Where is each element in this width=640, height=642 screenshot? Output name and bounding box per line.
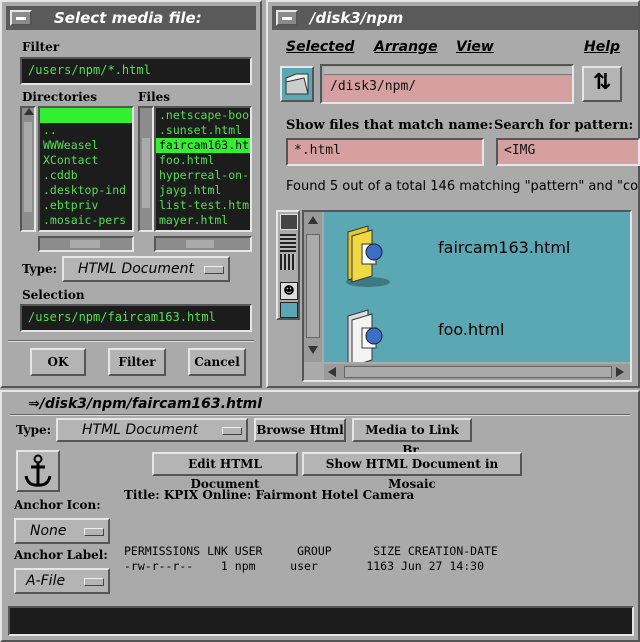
type-label-bottom: Type: <box>16 423 52 437</box>
dropdown-indicator-icon <box>84 528 104 536</box>
select-media-dialog: Select media file: Filter /users/npm/*.h… <box>0 0 262 388</box>
window-menu-button[interactable] <box>276 10 298 26</box>
document-title: Title: KPIX Online: Fairmont Hotel Camer… <box>124 488 415 502</box>
selection-field[interactable]: /users/npm/faircam163.html <box>20 304 252 332</box>
dialog-title: Select media file: <box>54 9 202 27</box>
view-column-mode-icon[interactable] <box>280 254 296 270</box>
window-title: /disk3/npm <box>310 9 404 27</box>
type-label: Type: <box>22 262 58 276</box>
show-files-label: Show files that match name: <box>286 118 493 133</box>
filter-button[interactable]: Filter <box>108 348 166 376</box>
divider <box>8 340 254 342</box>
file-icons-area: faircam163.html foo.html <box>324 212 630 362</box>
view-toolbar: ☻ <box>276 210 300 320</box>
window-menu-button[interactable] <box>10 10 32 26</box>
status-bar <box>8 606 634 636</box>
face-icon[interactable]: ☻ <box>280 282 298 300</box>
directories-hscrollbar[interactable] <box>38 236 134 252</box>
type-dropdown-value: HTML Document <box>78 261 194 277</box>
search-pattern-label: Search for pattern: <box>494 118 634 133</box>
path-container: /disk3/npm/ <box>320 64 574 104</box>
file-item[interactable]: .netscape-boo <box>156 108 250 123</box>
anchor-icon-value: None <box>30 523 67 539</box>
directory-item[interactable]: WWWeasel <box>40 138 132 153</box>
type-dropdown-bottom[interactable]: HTML Document <box>56 418 248 442</box>
link-editor-panel: ⇒/disk3/npm/faircam163.html Type: HTML D… <box>0 390 640 642</box>
trash-icon[interactable] <box>280 302 298 318</box>
file-view-vscrollbar[interactable] <box>304 212 322 362</box>
filter-label: Filter <box>22 40 60 54</box>
file-item[interactable]: faircam163.html <box>338 224 628 288</box>
directory-item[interactable]: XContact <box>40 153 132 168</box>
file-item[interactable]: .sunset.html <box>156 123 250 138</box>
browse-html-button[interactable]: Browse Html <box>254 418 346 442</box>
dropdown-indicator-icon <box>222 427 242 435</box>
directories-scrollbar[interactable] <box>20 106 36 232</box>
divider <box>10 414 630 416</box>
type-dropdown-value: HTML Document <box>82 422 198 438</box>
files-scrollbar[interactable] <box>138 106 154 232</box>
directory-item[interactable]: .mosaic-pers <box>40 213 132 228</box>
file-view-hscrollbar[interactable] <box>324 364 630 380</box>
file-item[interactable]: foo.html <box>156 153 250 168</box>
file-item[interactable]: faircam163.ht <box>156 138 250 153</box>
refresh-icon[interactable]: ⇅ <box>582 66 622 102</box>
window-titlebar[interactable]: /disk3/npm <box>272 6 638 30</box>
files-list[interactable]: .netscape-boo .sunset.html faircam163.ht fo… <box>154 106 252 232</box>
selection-label: Selection <box>22 288 85 302</box>
dialog-titlebar[interactable]: Select media file: <box>6 6 256 30</box>
file-item[interactable]: list-test.htm <box>156 198 250 213</box>
directory-item[interactable] <box>40 108 132 123</box>
menu-view[interactable]: View <box>456 39 494 55</box>
menu-arrange[interactable]: Arrange <box>374 39 438 55</box>
directory-item[interactable]: .. <box>40 123 132 138</box>
type-dropdown[interactable]: HTML Document <box>62 256 230 282</box>
file-view: faircam163.html foo.html <box>302 210 632 382</box>
directories-label: Directories <box>22 90 98 104</box>
files-hscrollbar[interactable] <box>154 236 252 252</box>
file-item[interactable]: mayer.html <box>156 213 250 228</box>
menu-selected[interactable]: Selected <box>286 39 354 55</box>
file-item[interactable]: hyperreal-on- <box>156 168 250 183</box>
directory-item[interactable]: .cddb <box>40 168 132 183</box>
show-html-mosaic-button[interactable]: Show HTML Document in Mosaic <box>302 452 522 491</box>
html-file-white-icon <box>347 309 383 362</box>
directories-list[interactable]: .. WWWeasel XContact .cddb .desktop-ind .ebtp… <box>38 106 134 232</box>
dropdown-indicator-icon <box>84 578 104 586</box>
file-item[interactable]: foo.html <box>338 308 628 362</box>
filter-field[interactable]: /users/npm/*.html <box>20 57 252 85</box>
file-item[interactable]: jayg.html <box>156 183 250 198</box>
edit-html-button[interactable]: Edit HTML Document <box>152 452 298 491</box>
directory-item[interactable]: .desktop-ind <box>40 183 132 198</box>
anchor-label-dropdown[interactable]: A-File <box>14 568 110 594</box>
cancel-button[interactable]: Cancel <box>188 348 246 376</box>
html-file-yellow-icon <box>346 225 390 287</box>
file-manager-window: /disk3/npm Selected Arrange View Help /d… <box>266 0 640 388</box>
anchor-icon-label: Anchor Icon: <box>14 498 101 512</box>
view-list-mode-icon[interactable] <box>280 234 296 252</box>
directory-item[interactable]: .ebtpriv <box>40 198 132 213</box>
anchor-icon[interactable] <box>16 450 60 492</box>
ok-button[interactable]: OK <box>30 348 86 376</box>
file-name: foo.html <box>438 320 505 339</box>
listing-header: PERMISSIONS LNK USER GROUP SIZE CREATION… <box>124 544 498 558</box>
view-icon-mode-icon[interactable] <box>280 214 298 230</box>
file-name: faircam163.html <box>438 238 571 257</box>
search-pattern-field[interactable]: <IMG <box>496 138 640 166</box>
menu-help[interactable]: Help <box>584 39 620 55</box>
match-name-field[interactable]: *.html <box>286 138 484 166</box>
path-breadcrumb-bar[interactable] <box>324 67 572 75</box>
anchor-label-value: A-File <box>26 573 66 589</box>
current-path: ⇒/disk3/npm/faircam163.html <box>28 396 263 412</box>
listing-row: -rw-r--r-- 1 npm user 1163 Jun 27 14:30 <box>124 559 485 573</box>
status-text: Found 5 out of a total 146 matching "pat… <box>286 179 638 194</box>
folder-icon[interactable] <box>280 66 314 102</box>
path-field[interactable]: /disk3/npm/ <box>324 76 572 102</box>
anchor-label-label: Anchor Label: <box>14 548 108 562</box>
files-label: Files <box>138 90 171 104</box>
media-to-link-button[interactable]: Media to Link Br. <box>352 418 472 457</box>
anchor-icon-dropdown[interactable]: None <box>14 518 110 544</box>
dropdown-indicator-icon <box>204 266 224 274</box>
